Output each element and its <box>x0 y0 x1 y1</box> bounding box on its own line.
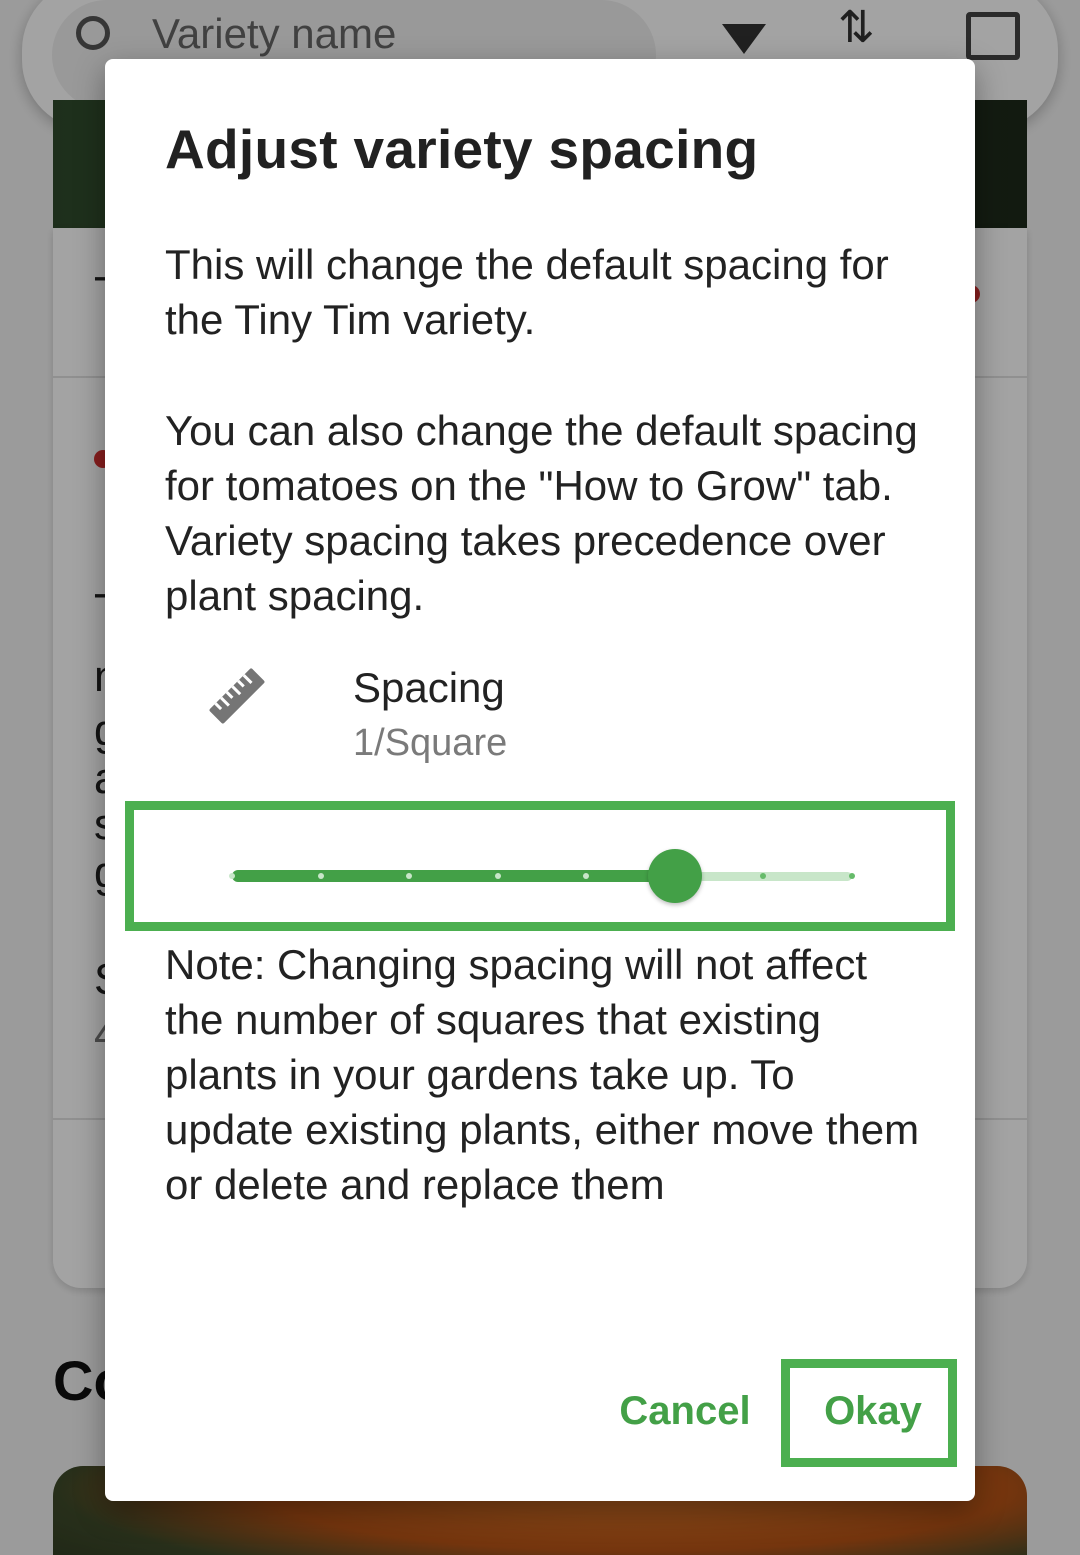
adjust-spacing-dialog: Adjust variety spacing This will change … <box>105 59 975 1501</box>
cancel-button[interactable]: Cancel <box>600 1389 770 1434</box>
slider-tick <box>229 873 235 879</box>
slider-tick <box>849 873 855 879</box>
dialog-description-secondary: You can also change the default spacing … <box>165 407 918 619</box>
slider-active-track <box>232 870 675 882</box>
spacing-note: Note: Changing spacing will not affect t… <box>165 941 920 1208</box>
dialog-actions: Cancel Okay <box>105 1359 975 1469</box>
dialog-title: Adjust variety spacing <box>165 118 759 180</box>
slider-tick <box>317 873 324 879</box>
dialog-description: This will change the default spacing for… <box>165 241 889 343</box>
slider-tick <box>494 873 501 879</box>
spacing-label: Spacing <box>353 664 505 711</box>
spacing-value: 1/Square <box>353 722 508 764</box>
slider-thumb[interactable] <box>647 849 702 903</box>
slider-highlight-box <box>125 801 955 931</box>
ruler-icon <box>209 668 265 724</box>
okay-button[interactable]: Okay <box>809 1389 937 1434</box>
